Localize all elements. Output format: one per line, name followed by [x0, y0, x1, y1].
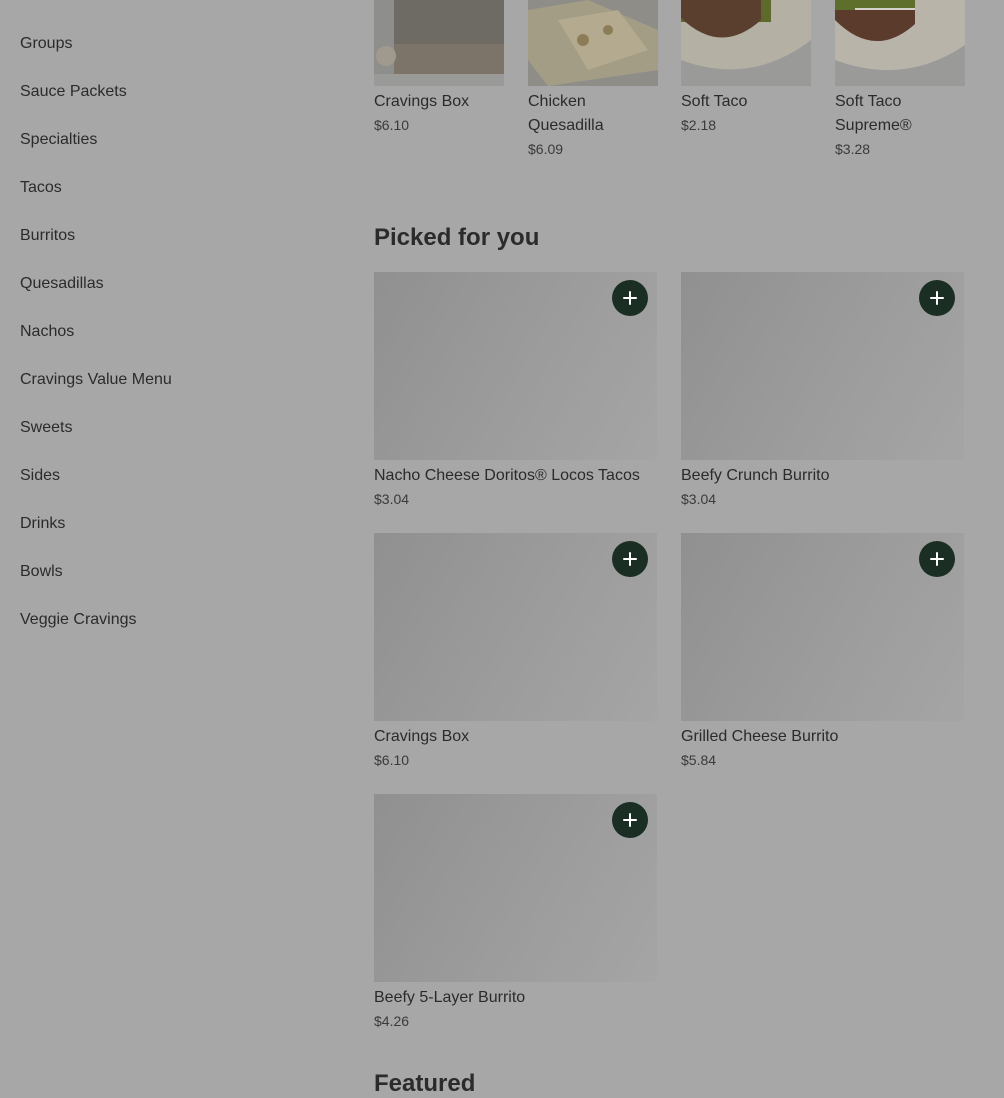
item-name: Beefy Crunch Burrito [681, 467, 830, 484]
menu-item-card[interactable]: Beefy Crunch Burrito $3.04 [681, 272, 964, 509]
item-price: $4.26 [374, 1013, 410, 1029]
item-name: Cravings Box [374, 728, 470, 745]
sidebar-item-specialties[interactable]: Specialties [20, 130, 97, 150]
item-price: $6.09 [528, 141, 564, 157]
item-price: $5.84 [681, 752, 717, 768]
sidebar-item-sauce-packets[interactable]: Sauce Packets [20, 82, 127, 102]
item-image-placeholder [681, 533, 964, 721]
item-image-placeholder [374, 794, 657, 982]
item-image [528, 0, 658, 86]
item-price: $6.10 [374, 752, 410, 768]
menu-item-card[interactable]: Grilled Cheese Burrito $5.84 [681, 533, 964, 770]
sidebar-item-drinks[interactable]: Drinks [20, 514, 65, 534]
item-name: Soft Taco Supreme® [835, 93, 912, 134]
item-image [374, 0, 504, 86]
menu-item-card[interactable]: Chicken Quesadilla $6.09 [528, 0, 658, 159]
sidebar-item-tacos[interactable]: Tacos [20, 178, 62, 198]
item-price: $3.04 [681, 491, 717, 507]
sidebar-item-groups[interactable]: Groups [20, 34, 72, 54]
add-to-cart-button[interactable] [612, 802, 648, 838]
section-title-picked-for-you: Picked for you [374, 224, 540, 251]
sidebar-item-cravings-value-menu[interactable]: Cravings Value Menu [20, 370, 172, 390]
menu-item-card[interactable]: Soft Taco $2.18 [681, 0, 811, 135]
item-name: Grilled Cheese Burrito [681, 728, 839, 745]
item-image [835, 0, 965, 86]
item-image-placeholder [374, 272, 657, 460]
add-to-cart-button[interactable] [612, 280, 648, 316]
item-name: Cravings Box [374, 93, 470, 110]
item-name: Soft Taco [681, 93, 748, 110]
sidebar-item-quesadillas[interactable]: Quesadillas [20, 274, 104, 294]
sidebar-item-veggie-cravings[interactable]: Veggie Cravings [20, 610, 137, 630]
item-price: $3.04 [374, 491, 410, 507]
item-name: Nacho Cheese Doritos® Locos Tacos [374, 467, 640, 484]
item-price: $3.28 [835, 141, 871, 157]
plus-icon [623, 291, 637, 305]
item-price: $6.10 [374, 117, 410, 133]
add-to-cart-button[interactable] [919, 541, 955, 577]
item-name: Chicken Quesadilla [528, 93, 604, 134]
menu-item-card[interactable]: Soft Taco Supreme® $3.28 [835, 0, 965, 159]
plus-icon [930, 291, 944, 305]
item-image-placeholder [374, 533, 657, 721]
menu-content: Cravings Box $6.10 Chicken Quesadilla $6… [374, 0, 974, 1097]
section-title-featured: Featured [374, 1070, 476, 1097]
item-price: $2.18 [681, 117, 717, 133]
sidebar-item-sweets[interactable]: Sweets [20, 418, 72, 438]
item-name: Beefy 5-Layer Burrito [374, 989, 526, 1006]
sidebar-item-sides[interactable]: Sides [20, 466, 60, 486]
add-to-cart-button[interactable] [612, 541, 648, 577]
menu-item-card[interactable]: Cravings Box $6.10 [374, 0, 504, 135]
category-sidebar: Groups Sauce Packets Specialties Tacos B… [0, 0, 340, 1082]
plus-icon [623, 813, 637, 827]
menu-item-card[interactable]: Beefy 5-Layer Burrito $4.26 [374, 794, 657, 1031]
item-image [681, 0, 811, 86]
menu-item-card[interactable]: Cravings Box $6.10 [374, 533, 657, 770]
menu-item-card[interactable]: Nacho Cheese Doritos® Locos Tacos $3.04 [374, 272, 657, 509]
add-to-cart-button[interactable] [919, 280, 955, 316]
sidebar-item-nachos[interactable]: Nachos [20, 322, 74, 342]
sidebar-item-bowls[interactable]: Bowls [20, 562, 63, 582]
item-image-placeholder [681, 272, 964, 460]
plus-icon [623, 552, 637, 566]
plus-icon [930, 552, 944, 566]
sidebar-item-burritos[interactable]: Burritos [20, 226, 75, 246]
